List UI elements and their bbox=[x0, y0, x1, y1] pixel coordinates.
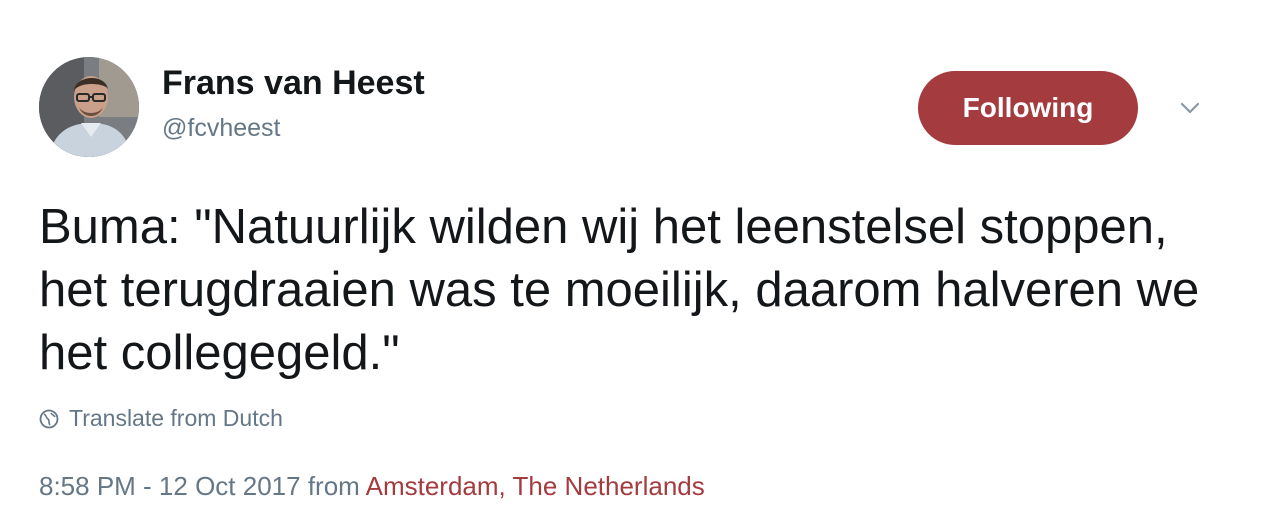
translate-link[interactable]: Translate from Dutch bbox=[39, 405, 283, 432]
tweet-text: Buma: "Natuurlijk wilden wij het leenste… bbox=[39, 200, 1200, 380]
avatar[interactable] bbox=[39, 57, 139, 157]
timestamp[interactable]: 8:58 PM - 12 Oct 2017 bbox=[39, 471, 301, 501]
chevron-down-icon[interactable] bbox=[1175, 97, 1205, 119]
translate-label: Translate from Dutch bbox=[69, 405, 283, 431]
user-avatar-photo-icon bbox=[39, 57, 139, 157]
author-display-name[interactable]: Frans van Heest bbox=[162, 64, 425, 103]
globe-icon bbox=[39, 409, 59, 428]
from-label: from bbox=[307, 471, 360, 501]
tweet-card: Frans van Heest @fcvheest Following Buma… bbox=[0, 0, 1288, 530]
location-link[interactable]: Amsterdam, The Netherlands bbox=[366, 471, 705, 501]
author-handle[interactable]: @fcvheest bbox=[162, 114, 280, 143]
tweet-meta: 8:58 PM - 12 Oct 2017 from Amsterdam, Th… bbox=[39, 471, 705, 502]
following-button[interactable]: Following bbox=[918, 71, 1138, 145]
